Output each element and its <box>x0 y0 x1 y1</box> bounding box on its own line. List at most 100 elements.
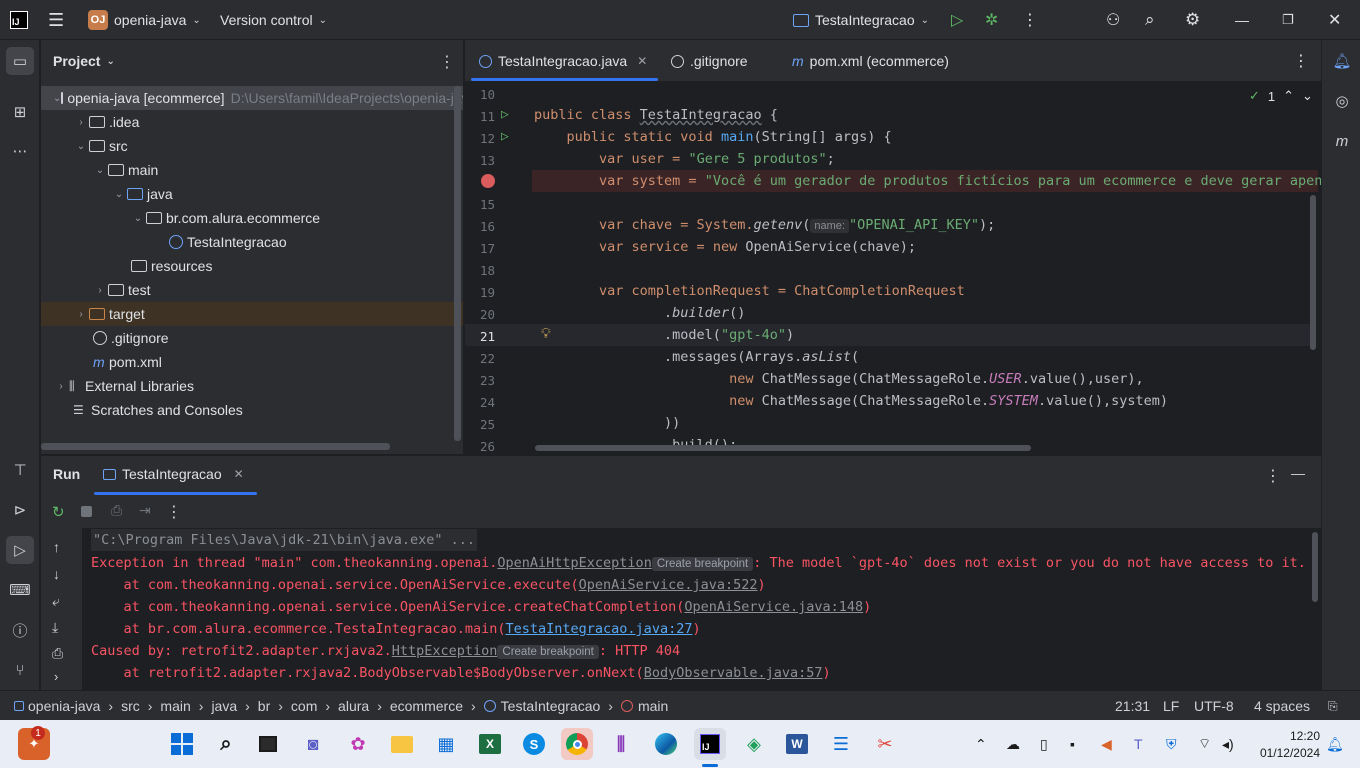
ide-logo[interactable]: IJ <box>10 0 28 40</box>
exception-link[interactable]: OpenAiHttpException <box>497 555 651 571</box>
search-icon[interactable]: ⌕ <box>210 728 242 760</box>
settings-gear-icon[interactable]: ⚙ <box>1185 0 1200 40</box>
add-user-icon[interactable]: ⚇ <box>1106 0 1120 40</box>
restore-layout-icon[interactable]: ⇥ <box>139 502 151 519</box>
snipping-tool-icon[interactable]: ✂ <box>869 728 901 760</box>
stacktrace-link[interactable]: TestaIntegracao.java:27 <box>506 621 693 637</box>
chevron-down-icon[interactable]: ⌄ <box>1302 88 1313 104</box>
app-icon[interactable]: ⫼ <box>605 728 637 760</box>
vertical-scrollbar[interactable] <box>454 86 461 441</box>
problems-icon[interactable]: ⓘ <box>6 616 34 644</box>
vcs-selector[interactable]: Version control ⌄ <box>220 0 327 40</box>
notifications-bell-icon[interactable]: 🔔︎ <box>1328 47 1356 75</box>
terminal-icon[interactable]: ⌨ <box>6 576 34 604</box>
tab-gitignore[interactable]: .gitignore <box>671 40 748 82</box>
project-folder-icon[interactable]: ▭ <box>6 47 34 75</box>
tree-item-package[interactable]: ⌄ br.com.alura.ecommerce <box>41 206 463 230</box>
restore-icon[interactable]: ❐ <box>1282 0 1294 40</box>
onedrive-icon[interactable]: ☁ <box>1006 720 1020 768</box>
run-options-icon[interactable]: ⋮ <box>1265 466 1281 486</box>
debug-icon[interactable]: ✲ <box>985 0 998 40</box>
code-editor[interactable]: ✓ 1 ⌃ ⌄ 10 11 12 13 15 16 17 18 19 20 21… <box>465 83 1321 454</box>
tree-item-resources[interactable]: resources <box>41 254 463 278</box>
horizontal-scrollbar[interactable] <box>41 443 390 450</box>
word-icon[interactable]: W <box>781 728 813 760</box>
more-tools-icon[interactable]: ⋯ <box>6 137 34 165</box>
tree-item-src[interactable]: ⌄ src <box>41 134 463 158</box>
expand-toolbar-icon[interactable]: › <box>54 669 58 684</box>
colorful-app-icon[interactable]: ◈ <box>738 728 770 760</box>
breadcrumb-item[interactable]: TestaIntegracao <box>501 698 601 714</box>
panel-options-icon[interactable]: ⋮ <box>439 52 455 72</box>
line-separator[interactable]: LF <box>1163 691 1179 721</box>
tree-item-test[interactable]: › test <box>41 278 463 302</box>
maven-icon[interactable]: m <box>1328 127 1356 155</box>
git-icon[interactable]: ⑂ <box>6 656 34 684</box>
scroll-down-icon[interactable]: ↓ <box>53 566 60 582</box>
scroll-to-end-icon[interactable]: ⤓ <box>52 619 58 636</box>
editor-horizontal-scrollbar[interactable] <box>535 445 1031 451</box>
breadcrumb-item[interactable]: src <box>121 698 140 714</box>
chrome-icon[interactable] <box>561 728 593 760</box>
more-actions-icon[interactable]: ⋮ <box>1022 0 1038 40</box>
breadcrumb-item[interactable]: alura <box>338 698 369 714</box>
edge-icon[interactable] <box>650 728 682 760</box>
create-breakpoint-button[interactable]: Create breakpoint <box>497 645 599 659</box>
close-tab-icon[interactable]: ✕ <box>637 54 647 68</box>
speaker-app-icon[interactable]: ◀ <box>1101 720 1112 768</box>
clock-date[interactable]: 01/12/2024 <box>1252 746 1320 760</box>
tree-item-pom[interactable]: m pom.xml <box>41 350 463 374</box>
console-command-line[interactable]: "C:\Program Files\Java\jdk-21\bin\java.e… <box>91 529 478 551</box>
breakpoint-icon[interactable] <box>481 174 495 188</box>
tab-options-icon[interactable]: ⋮ <box>1293 40 1309 82</box>
wifi-icon[interactable]: ⌔ <box>1198 720 1211 768</box>
tray-overflow-icon[interactable]: ⌃ <box>975 720 987 768</box>
run-tool-icon[interactable]: ▷ <box>6 536 34 564</box>
file-encoding[interactable]: UTF-8 <box>1194 691 1234 721</box>
tree-item-java[interactable]: ⌄ java <box>41 182 463 206</box>
breadcrumb-item[interactable]: main <box>160 698 190 714</box>
task-view-icon[interactable] <box>252 728 284 760</box>
more-icon[interactable]: ⋮ <box>166 502 182 522</box>
tree-item-external-libraries[interactable]: › ⫼ External Libraries <box>41 374 463 398</box>
console-output[interactable]: "C:\Program Files\Java\jdk-21\bin\java.e… <box>82 528 1321 690</box>
breadcrumb-item[interactable]: openia-java <box>28 698 100 714</box>
camera-icon[interactable]: ⎙ <box>111 502 122 519</box>
run-config-selector[interactable]: TestaIntegracao ⌄ <box>793 0 929 40</box>
breadcrumb-item[interactable]: java <box>211 698 237 714</box>
breadcrumb-item[interactable]: com <box>291 698 317 714</box>
teams-chat-icon[interactable]: ◙ <box>297 728 329 760</box>
tree-item-main[interactable]: ⌄ main <box>41 158 463 182</box>
breadcrumb-item[interactable]: br <box>258 698 270 714</box>
scroll-up-icon[interactable]: ↑ <box>53 539 60 555</box>
close-tab-icon[interactable]: ✕ <box>234 467 244 481</box>
tree-item-idea[interactable]: › .idea <box>41 110 463 134</box>
read-only-lock-icon[interactable]: ⎘ <box>1328 691 1338 721</box>
hide-panel-icon[interactable]: — <box>1291 465 1305 481</box>
nvidia-icon[interactable]: ▪ <box>1070 720 1075 768</box>
stacktrace-link[interactable]: BodyObservable.java:57 <box>644 665 823 681</box>
main-menu-icon[interactable]: ☰ <box>48 0 64 40</box>
tree-item-scratches[interactable]: ☰ Scratches and Consoles <box>41 398 463 422</box>
tree-item-project-root[interactable]: ⌄ openia-java [ecommerce] D:\Users\famil… <box>41 86 463 110</box>
close-window-icon[interactable]: ✕ <box>1328 0 1341 40</box>
print-icon[interactable]: ⎙ <box>52 645 63 662</box>
create-breakpoint-button[interactable]: Create breakpoint <box>651 557 754 571</box>
project-selector[interactable]: OJ openia-java ⌄ <box>88 0 201 40</box>
stacktrace-link[interactable]: OpenAiService.java:522 <box>579 577 758 593</box>
notepad-icon[interactable]: ☰ <box>825 728 857 760</box>
run-tab-testaintegracao[interactable]: TestaIntegracao ✕ <box>103 456 244 492</box>
tab-testaintegracao[interactable]: TestaIntegracao.java ✕ <box>479 40 647 82</box>
structure-icon[interactable]: ⊞ <box>6 98 34 126</box>
volume-icon[interactable]: ◂) <box>1222 720 1234 768</box>
tree-item-gitignore[interactable]: .gitignore <box>41 326 463 350</box>
tree-item-target[interactable]: › target <box>41 302 463 326</box>
cursor-position[interactable]: 21:31 <box>1115 691 1150 721</box>
console-scrollbar[interactable] <box>1312 532 1318 602</box>
copilot-icon[interactable]: ✿ <box>342 728 374 760</box>
breadcrumb-item[interactable]: main <box>638 698 668 714</box>
ai-assistant-icon[interactable]: ◎ <box>1328 87 1356 115</box>
project-panel-header[interactable]: Project ⌄ <box>53 40 115 82</box>
editor-vertical-scrollbar[interactable] <box>1310 195 1316 350</box>
excel-icon[interactable]: X <box>474 728 506 760</box>
